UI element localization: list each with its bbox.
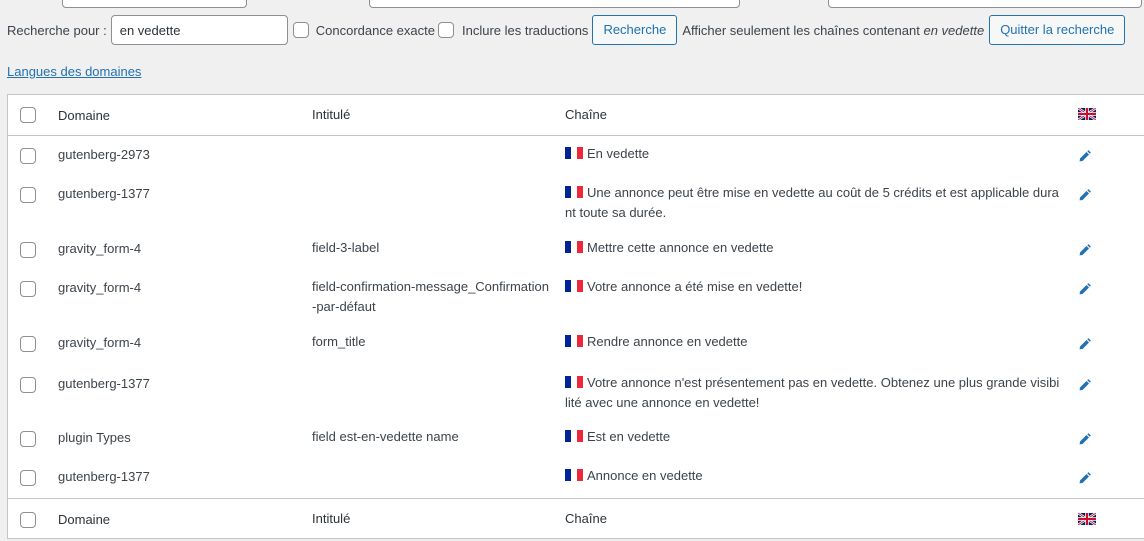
row-checkbox[interactable] (20, 187, 36, 203)
row-string: Est en vedette (565, 427, 1060, 447)
search-row: Recherche pour : Concordance exacte Incl… (7, 15, 1144, 45)
pencil-icon[interactable] (1078, 337, 1092, 354)
row-string-text: Votre annonce a été mise en vedette! (587, 279, 803, 294)
include-translations-checkbox[interactable] (437, 22, 454, 38)
row-label: field-3-label (312, 240, 380, 255)
pencil-icon[interactable] (1078, 282, 1092, 299)
table-row: gutenberg-1377 Une annonce peut être mis… (8, 174, 1144, 229)
table-row: gutenberg-1377 Votre annonce n'est prése… (8, 362, 1144, 417)
search-input[interactable] (110, 15, 288, 45)
search-notice: Afficher seulement les chaînes contenant… (682, 23, 984, 38)
row-string: En vedette (565, 144, 1060, 164)
row-string-text: En vedette (587, 146, 650, 161)
top-field-3[interactable] (828, 0, 1142, 8)
row-string-text: Est en vedette (587, 429, 671, 444)
fr-flag-icon (565, 469, 583, 481)
exact-match-label: Concordance exacte (315, 22, 435, 38)
fr-flag-icon (565, 241, 583, 253)
pencil-icon[interactable] (1078, 432, 1092, 449)
row-checkbox[interactable] (20, 148, 36, 164)
column-string[interactable]: Chaîne (565, 509, 1060, 529)
table-row: gravity_form-4 field-3-label Mettre cett… (8, 229, 1144, 268)
row-checkbox[interactable] (20, 431, 36, 447)
row-domain: gravity_form-4 (58, 280, 142, 295)
select-all-checkbox[interactable] (20, 107, 36, 123)
row-string: Annonce en vedette (565, 466, 1060, 486)
row-checkbox[interactable] (20, 336, 36, 352)
row-string-text: Votre annonce n'est présentement pas en … (565, 375, 1060, 410)
table-row: gravity_form-4 field-confirmation-messag… (8, 268, 1144, 323)
column-label[interactable]: Intitulé (312, 509, 552, 529)
row-domain: plugin Types (58, 430, 131, 445)
row-label: field est-en-vedette name (312, 429, 459, 444)
include-translations-label: Inclure les traductions (461, 22, 589, 38)
pencil-icon[interactable] (1078, 243, 1092, 260)
row-domain: gravity_form-4 (58, 241, 142, 256)
pencil-icon[interactable] (1078, 149, 1092, 166)
table-header: Domaine Intitulé Chaîne (8, 95, 1144, 136)
row-string: Rendre annonce en vedette (565, 332, 1060, 352)
search-notice-term: en vedette (923, 22, 985, 38)
table-row: gutenberg-2973 En vedette (8, 135, 1144, 174)
row-label: form_title (312, 334, 366, 349)
row-domain: gutenberg-1377 (58, 469, 150, 484)
uk-flag-icon (1077, 512, 1097, 528)
row-domain: gutenberg-1377 (58, 376, 150, 391)
row-domain: gutenberg-1377 (58, 186, 150, 201)
row-checkbox[interactable] (20, 377, 36, 393)
column-string[interactable]: Chaîne (565, 105, 1060, 125)
table-row: plugin Types field est-en-vedette name E… (8, 417, 1144, 456)
pencil-icon[interactable] (1078, 188, 1092, 205)
table-row: gutenberg-1377 Annonce en vedette (8, 456, 1144, 498)
search-notice-text: Afficher seulement les chaînes contenant (682, 22, 920, 38)
row-string-text: Rendre annonce en vedette (587, 334, 748, 349)
row-string: Votre annonce n'est présentement pas en … (565, 373, 1060, 413)
column-domain[interactable]: Domaine (58, 512, 110, 527)
pencil-icon[interactable] (1078, 471, 1092, 488)
row-checkbox[interactable] (20, 281, 36, 297)
fr-flag-icon (565, 335, 583, 347)
row-domain: gravity_form-4 (58, 335, 142, 350)
row-string: Mettre cette annonce en vedette (565, 238, 1060, 258)
top-field-2[interactable] (369, 0, 740, 8)
exact-match-checkbox[interactable] (292, 22, 309, 38)
row-string-text: Une annonce peut être mise en vedette au… (565, 185, 1059, 220)
fr-flag-icon (565, 376, 583, 388)
strings-table: Domaine Intitulé Chaîne gutenberg-2973 E… (7, 94, 1144, 539)
row-checkbox[interactable] (20, 470, 36, 486)
row-string: Une annonce peut être mise en vedette au… (565, 183, 1060, 223)
search-label: Recherche pour : (7, 22, 107, 38)
column-label[interactable]: Intitulé (312, 105, 552, 125)
row-domain: gutenberg-2973 (58, 147, 150, 162)
row-string-text: Mettre cette annonce en vedette (587, 240, 774, 255)
search-button[interactable]: Recherche (592, 15, 678, 45)
fr-flag-icon (565, 186, 583, 198)
row-string: Votre annonce a été mise en vedette! (565, 277, 1060, 297)
row-label: field-confirmation-message_Confirmation-… (312, 279, 549, 314)
quit-search-button[interactable]: Quitter la recherche (989, 15, 1126, 45)
row-string-text: Annonce en vedette (587, 468, 703, 483)
domain-languages-link[interactable]: Langues des domaines (7, 64, 141, 79)
table-row: gravity_form-4 form_title Rendre annonce… (8, 323, 1144, 362)
fr-flag-icon (565, 430, 583, 442)
select-all-checkbox[interactable] (20, 512, 36, 528)
fr-flag-icon (565, 147, 583, 159)
row-checkbox[interactable] (20, 242, 36, 258)
top-field-1[interactable] (62, 0, 247, 8)
table-footer: Domaine Intitulé Chaîne (8, 498, 1144, 539)
pencil-icon[interactable] (1078, 378, 1092, 395)
uk-flag-icon (1077, 107, 1097, 123)
column-domain[interactable]: Domaine (58, 108, 110, 123)
fr-flag-icon (565, 280, 583, 292)
